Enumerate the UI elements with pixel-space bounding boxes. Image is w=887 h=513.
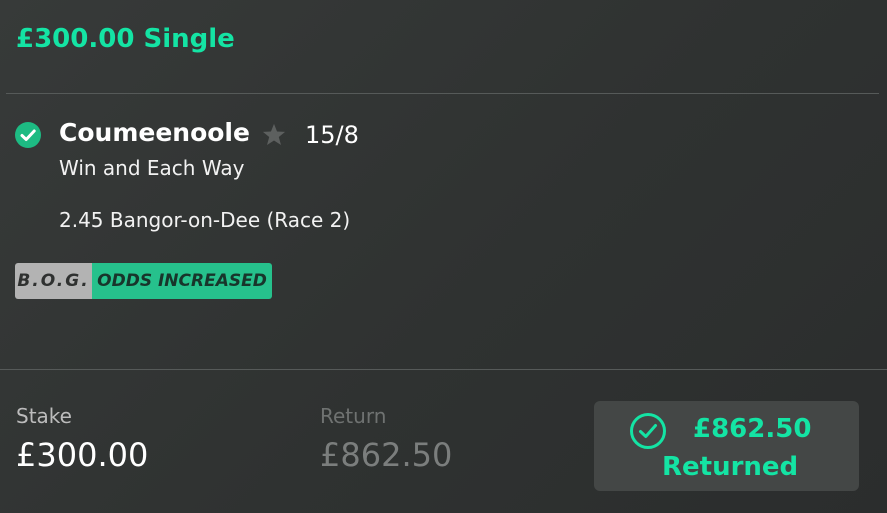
star-icon[interactable] [260,121,288,149]
market-name: Win and Each Way [59,156,245,180]
check-circle-icon [15,122,41,148]
settled-bet-card: £300.00 Single Coumeenoole 15/8 Win and … [0,0,887,513]
return-value: £862.50 [320,436,453,474]
returned-label: Returned [662,452,799,482]
returned-status-box: £862.50 Returned [594,401,859,491]
selection-name[interactable]: Coumeenoole [59,118,250,147]
bog-badge: B.O.G. [15,263,92,299]
stake-value: £300.00 [16,436,149,474]
check-circle-outline-icon [629,412,667,450]
summary-divider [0,369,887,370]
returned-amount: £862.50 [693,414,812,444]
odds-increased-badge: ODDS INCREASED [92,263,272,299]
selection-odds: 15/8 [305,121,359,149]
header-divider [6,93,879,94]
return-label: Return [320,404,387,428]
stake-label: Stake [16,404,72,428]
promo-badges: B.O.G. ODDS INCREASED [15,263,272,299]
event-name[interactable]: 2.45 Bangor-on-Dee (Race 2) [59,208,350,232]
bet-title: £300.00 Single [16,24,235,54]
